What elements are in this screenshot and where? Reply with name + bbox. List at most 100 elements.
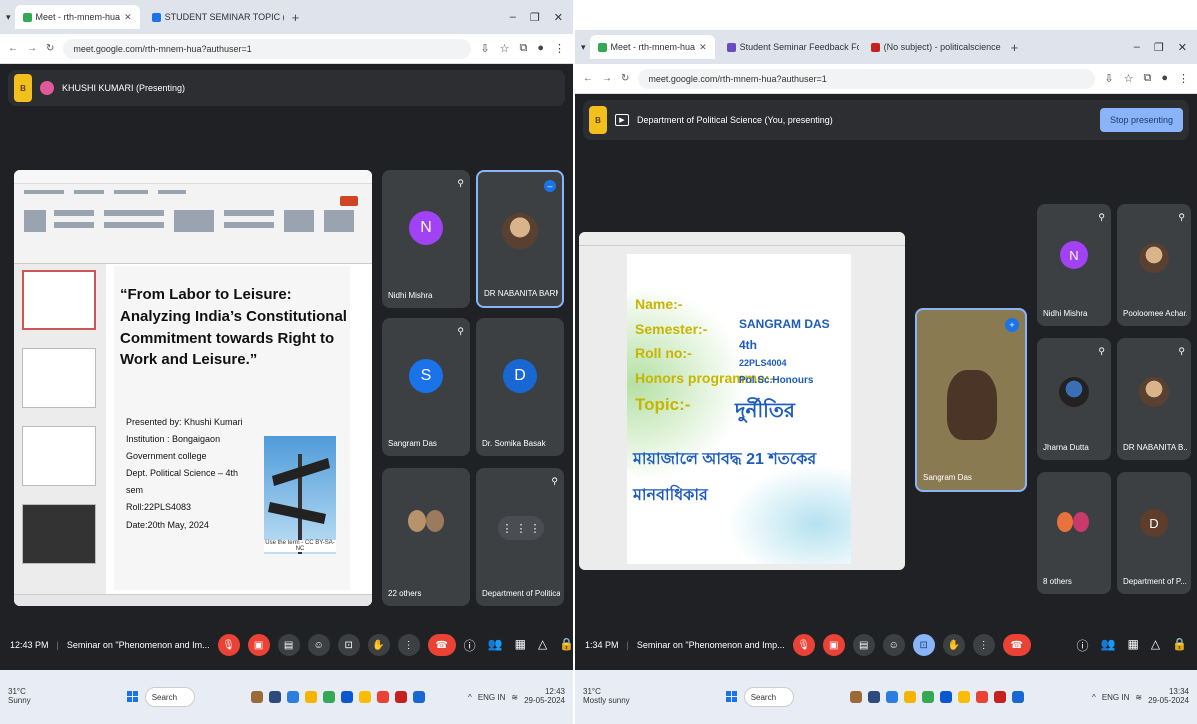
taskbar-app-icon[interactable]	[939, 691, 952, 703]
start-icon[interactable]	[126, 691, 139, 703]
download-icon[interactable]: ⇩	[1104, 72, 1113, 85]
tab-meet[interactable]: Meet - rth-mnem-hua ✕	[14, 5, 140, 29]
taskbar-search[interactable]: Search	[743, 687, 794, 707]
tab-gmail[interactable]: (No subject) - politicalscience ✕	[863, 35, 1003, 59]
chrome-icon[interactable]	[322, 691, 335, 703]
more-options-button[interactable]: ⋮	[972, 634, 995, 656]
taskbar-clock[interactable]: 13:34 29-05-2024	[1148, 687, 1189, 706]
download-icon[interactable]: ⇩	[480, 42, 489, 55]
back-icon[interactable]: ←	[583, 73, 593, 84]
close-window-icon[interactable]: ✕	[554, 11, 563, 24]
restore-icon[interactable]: ❐	[1154, 41, 1164, 54]
leave-call-button[interactable]: ☎	[427, 634, 456, 656]
profile-icon[interactable]: ●	[1161, 72, 1168, 85]
participant-tile[interactable]: ⚲ S Sangram Das	[382, 318, 470, 456]
taskbar-search[interactable]: Search	[144, 687, 195, 707]
close-tab-icon[interactable]: ✕	[124, 12, 132, 23]
leave-call-button[interactable]: ☎	[1002, 634, 1031, 656]
participant-tile[interactable]: ⚲ Jharna Dutta	[1037, 338, 1111, 460]
taskbar-app-icon[interactable]	[268, 691, 281, 703]
participant-tile[interactable]: D Dr. Somika Basak	[476, 318, 564, 456]
mic-toggle-button[interactable]: 🎙	[217, 634, 240, 656]
taskbar-app-icon[interactable]	[412, 691, 425, 703]
participant-tile[interactable]: ⚲ N Nidhi Mishra	[382, 170, 470, 308]
taskbar-app-icon[interactable]	[867, 691, 880, 703]
slide-thumbnail[interactable]	[22, 348, 96, 408]
chat-icon[interactable]: ▦	[1127, 637, 1138, 654]
chrome-icon[interactable]	[921, 691, 934, 703]
acrobat-icon[interactable]	[394, 691, 407, 703]
host-controls-icon[interactable]: 🔒	[1172, 637, 1187, 654]
weather-widget[interactable]: 31°C Mostly sunny	[583, 687, 630, 706]
new-tab-icon[interactable]: +	[1007, 40, 1023, 55]
activities-icon[interactable]: △	[538, 637, 547, 654]
participant-tile[interactable]: ⚲ N Nidhi Mishra	[1037, 204, 1111, 326]
self-view-tile[interactable]: + Sangram Das	[915, 308, 1027, 492]
taskbar-app-icon[interactable]	[376, 691, 389, 703]
pin-icon[interactable]: +	[1005, 318, 1019, 332]
extensions-icon[interactable]: ⧉	[1143, 72, 1151, 85]
weather-widget[interactable]: 31°C Sunny	[8, 687, 31, 706]
reload-icon[interactable]: ↻	[46, 43, 54, 54]
emoji-button[interactable]: ☺	[307, 634, 330, 656]
chat-icon[interactable]: ▦	[515, 637, 526, 654]
taskbar-app-icon[interactable]	[975, 691, 988, 703]
chevron-up-icon[interactable]: ^	[1092, 693, 1096, 702]
participant-tile[interactable]: ⚲ Pooloomee Achar...	[1117, 204, 1191, 326]
start-icon[interactable]	[725, 691, 738, 703]
slide-thumbnail[interactable]	[22, 504, 96, 564]
raise-hand-button[interactable]: ✋	[367, 634, 390, 656]
participant-tile[interactable]: – DR NABANITA BARMAN	[476, 170, 564, 308]
url-field[interactable]: meet.google.com/rth-mnem-hua?authuser=1	[63, 38, 472, 59]
bookmark-star-icon[interactable]: ☆	[1124, 72, 1134, 85]
emoji-button[interactable]: ☺	[882, 634, 905, 656]
tab-meet[interactable]: Meet - rth-mnem-hua ✕	[589, 35, 715, 59]
extensions-icon[interactable]: ⧉	[519, 42, 527, 55]
tab-seminar-topic[interactable]: STUDENT SEMINAR TOPIC (S... ✕	[144, 5, 284, 29]
minimize-icon[interactable]: –	[1134, 41, 1140, 54]
forward-icon[interactable]: →	[602, 73, 612, 84]
taskbar-app-icon[interactable]	[340, 691, 353, 703]
profile-icon[interactable]: ●	[537, 42, 544, 55]
taskbar-app-icon[interactable]	[885, 691, 898, 703]
present-button[interactable]: ⊡	[337, 634, 360, 656]
back-icon[interactable]: ←	[8, 43, 18, 54]
stop-presenting-button[interactable]: Stop presenting	[1099, 108, 1183, 132]
slide-thumbnail[interactable]	[22, 270, 96, 330]
folder-icon[interactable]	[304, 691, 317, 703]
people-icon[interactable]: 👥	[1101, 637, 1116, 654]
more-options-button[interactable]: ⋮	[397, 634, 420, 656]
host-controls-icon[interactable]: 🔒	[559, 637, 573, 654]
activities-icon[interactable]: △	[1151, 637, 1160, 654]
menu-kebab-icon[interactable]: ⋮	[554, 42, 565, 55]
taskbar-app-icon[interactable]	[849, 691, 862, 703]
others-tile[interactable]: 8 others	[1037, 472, 1111, 594]
captions-button[interactable]: ▤	[277, 634, 300, 656]
taskbar-clock[interactable]: 12:43 29-05-2024	[524, 687, 565, 706]
others-tile[interactable]: 22 others	[382, 468, 470, 606]
slide-thumbnail[interactable]	[22, 426, 96, 486]
tab-search-icon[interactable]: ▾	[6, 12, 11, 23]
folder-icon[interactable]	[903, 691, 916, 703]
mic-toggle-button[interactable]: 🎙	[792, 634, 815, 656]
taskbar-app-icon[interactable]	[957, 691, 970, 703]
minimize-icon[interactable]: –	[510, 11, 516, 24]
taskbar-app-icon[interactable]	[1011, 691, 1024, 703]
bookmark-star-icon[interactable]: ☆	[500, 42, 510, 55]
present-button[interactable]: ⊡	[912, 634, 935, 656]
raise-hand-button[interactable]: ✋	[942, 634, 965, 656]
restore-icon[interactable]: ❐	[530, 11, 540, 24]
participant-tile[interactable]: ⚲ DR NABANITA B...	[1117, 338, 1191, 460]
wifi-icon[interactable]: ≋	[511, 693, 518, 702]
wifi-icon[interactable]: ≋	[1135, 693, 1142, 702]
url-field[interactable]: meet.google.com/rth-mnem-hua?authuser=1	[638, 68, 1096, 89]
acrobat-icon[interactable]	[993, 691, 1006, 703]
camera-toggle-button[interactable]: ▣	[822, 634, 845, 656]
taskbar-app-icon[interactable]	[250, 691, 263, 703]
close-tab-icon[interactable]: ✕	[699, 42, 707, 53]
info-icon[interactable]: ⓘ	[464, 637, 476, 654]
taskbar-app-icon[interactable]	[286, 691, 299, 703]
menu-kebab-icon[interactable]: ⋮	[1178, 72, 1189, 85]
forward-icon[interactable]: →	[27, 43, 37, 54]
captions-button[interactable]: ▤	[852, 634, 875, 656]
